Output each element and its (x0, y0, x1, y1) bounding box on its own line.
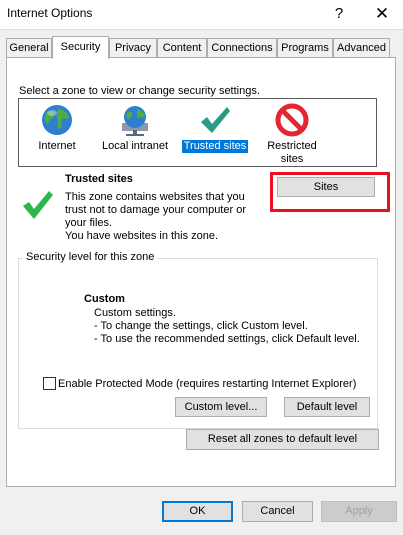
group-title: Security level for this zone (23, 251, 158, 263)
cancel-button[interactable]: Cancel (242, 501, 313, 522)
window-title: Internet Options (7, 6, 93, 20)
zone-label: Local intranet (101, 140, 169, 152)
zone-trusted-sites[interactable]: Trusted sites (177, 103, 253, 154)
zone-label: Internet (38, 140, 76, 152)
default-level-button[interactable]: Default level (284, 397, 370, 417)
protected-mode-checkbox[interactable] (43, 377, 56, 390)
close-button[interactable]: ✕ (369, 3, 395, 25)
description-line: your files. (65, 217, 113, 229)
tab-content[interactable]: Content (157, 38, 207, 58)
zone-prompt: Select a zone to view or change security… (19, 85, 260, 97)
tab-advanced[interactable]: Advanced (333, 38, 390, 58)
ok-button[interactable]: OK (162, 501, 233, 522)
trusted-check-icon (21, 189, 55, 221)
help-button[interactable]: ? (326, 3, 352, 25)
tab-programs[interactable]: Programs (277, 38, 333, 58)
description-line: This zone contains websites that you (65, 191, 245, 203)
zone-local-intranet[interactable]: Local intranet (95, 103, 175, 153)
globe-icon (40, 103, 74, 137)
check-icon (198, 103, 232, 137)
tab-security[interactable]: Security (52, 36, 109, 59)
description-line: trust not to damage your computer or (65, 204, 246, 216)
zone-label: Trusted sites (180, 139, 250, 154)
apply-button[interactable]: Apply (321, 501, 397, 522)
title-bar: Internet Options ? ✕ (0, 0, 403, 30)
zone-list: Internet Local intranet Trusted sites Re… (18, 98, 377, 167)
sites-button[interactable]: Sites (277, 177, 375, 197)
zone-internet[interactable]: Internet (27, 103, 87, 153)
custom-level-button[interactable]: Custom level... (175, 397, 267, 417)
description-line: You have websites in this zone. (65, 230, 219, 242)
zone-restricted-sites[interactable]: Restricted sites (257, 103, 327, 166)
level-line: - To change the settings, click Custom l… (94, 320, 308, 332)
tab-privacy[interactable]: Privacy (109, 38, 157, 58)
reset-all-zones-button[interactable]: Reset all zones to default level (186, 429, 379, 450)
zone-label: Restricted sites (267, 140, 317, 165)
level-line: Custom settings. (94, 307, 176, 319)
prohibited-icon (275, 103, 309, 137)
level-title: Custom (84, 293, 125, 305)
protected-mode-label: Enable Protected Mode (requires restarti… (58, 378, 357, 390)
zone-title: Trusted sites (65, 173, 133, 185)
network-globe-icon (118, 103, 152, 137)
tab-general[interactable]: General (6, 38, 52, 58)
security-panel: Select a zone to view or change security… (6, 57, 396, 487)
level-description: Custom settings. - To change the setting… (94, 307, 360, 346)
level-line: - To use the recommended settings, click… (94, 333, 360, 345)
tab-connections[interactable]: Connections (207, 38, 277, 58)
protected-mode-row[interactable]: Enable Protected Mode (requires restarti… (43, 377, 356, 390)
zone-description: This zone contains websites that you tru… (65, 191, 255, 243)
